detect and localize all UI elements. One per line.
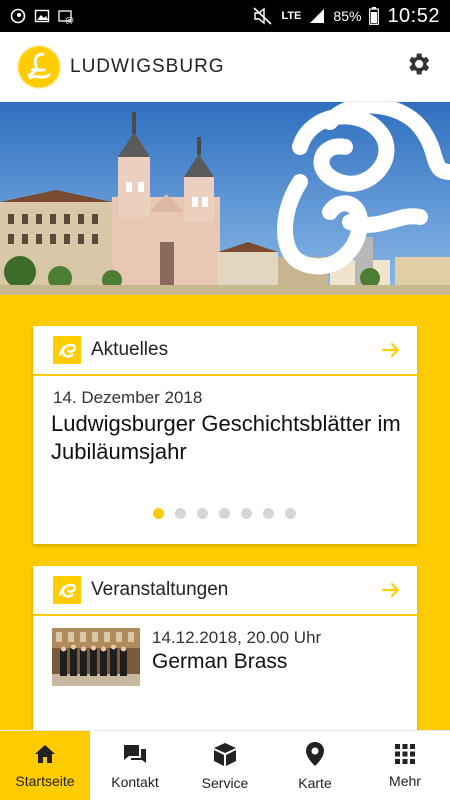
pager-dot[interactable] [241, 508, 252, 519]
mute-icon [253, 7, 273, 25]
news-headline[interactable]: Ludwigsburger Geschichtsblätter im Jubil… [51, 410, 411, 466]
app-title: LUDWIGSBURG [70, 55, 225, 77]
nav-karte[interactable]: Karte [270, 731, 360, 800]
nav-service[interactable]: Service [180, 731, 270, 800]
pager-dot[interactable] [153, 508, 164, 519]
clock: 10:52 [387, 4, 440, 27]
pager-dot[interactable] [285, 508, 296, 519]
ludwigsburg-logo-icon [16, 44, 62, 90]
arrow-right-icon[interactable] [379, 578, 403, 602]
hero-image [0, 102, 450, 295]
pager-dot[interactable] [219, 508, 230, 519]
pager-dot[interactable] [197, 508, 208, 519]
battery-icon [369, 7, 380, 25]
nav-kontakt[interactable]: Kontakt [90, 731, 180, 800]
image-icon [34, 8, 50, 24]
app-bar: LUDWIGSBURG [0, 32, 450, 102]
box-icon [212, 741, 238, 767]
bottom-navigation: Startseite Kontakt Service Karte Mehr [0, 730, 450, 800]
content-area: Aktuelles 14. Dezember 2018 Ludwigsburge… [0, 295, 450, 730]
events-card[interactable]: Veranstaltungen 14.12.2018, 20.00 Uhr Ge… [33, 566, 417, 730]
event-title[interactable]: German Brass [152, 650, 287, 674]
news-card[interactable]: Aktuelles 14. Dezember 2018 Ludwigsburge… [33, 326, 417, 544]
chat-icon [122, 742, 148, 766]
event-date: 14.12.2018, 20.00 Uhr [152, 628, 322, 647]
nav-label: Service [201, 775, 249, 791]
home-icon [33, 743, 57, 765]
nav-label: Mehr [389, 773, 421, 789]
ludwigsburg-mark-icon [53, 576, 81, 604]
events-card-title: Veranstaltungen [91, 579, 229, 600]
battery-percent: 85% [333, 8, 362, 24]
news-date: 14. Dezember 2018 [53, 388, 203, 407]
pager-dot[interactable] [263, 508, 274, 519]
events-card-header[interactable]: Veranstaltungen [33, 566, 417, 616]
news-pager [153, 508, 296, 519]
nav-label: Startseite [15, 773, 75, 789]
nav-label: Karte [298, 775, 332, 791]
pager-dot[interactable] [175, 508, 186, 519]
vodafone-icon [10, 8, 26, 24]
news-card-header[interactable]: Aktuelles [33, 326, 417, 376]
network-label: LTE [281, 10, 302, 22]
email-notification-icon: @ [58, 8, 74, 24]
ludwigsburg-mark-icon [53, 336, 81, 364]
grid-icon [394, 743, 416, 765]
nav-label: Kontakt [111, 774, 159, 790]
signal-icon [309, 8, 325, 24]
gear-icon [404, 50, 432, 83]
event-thumbnail[interactable] [52, 628, 140, 686]
news-card-title: Aktuelles [91, 339, 169, 360]
map-pin-icon [305, 741, 325, 767]
svg-text:@: @ [65, 16, 74, 24]
status-bar: @ LTE 85% 10:52 [0, 0, 450, 32]
nav-mehr[interactable]: Mehr [360, 731, 450, 800]
nav-startseite[interactable]: Startseite [0, 731, 90, 800]
arrow-right-icon[interactable] [379, 338, 403, 362]
settings-button[interactable] [398, 47, 438, 87]
